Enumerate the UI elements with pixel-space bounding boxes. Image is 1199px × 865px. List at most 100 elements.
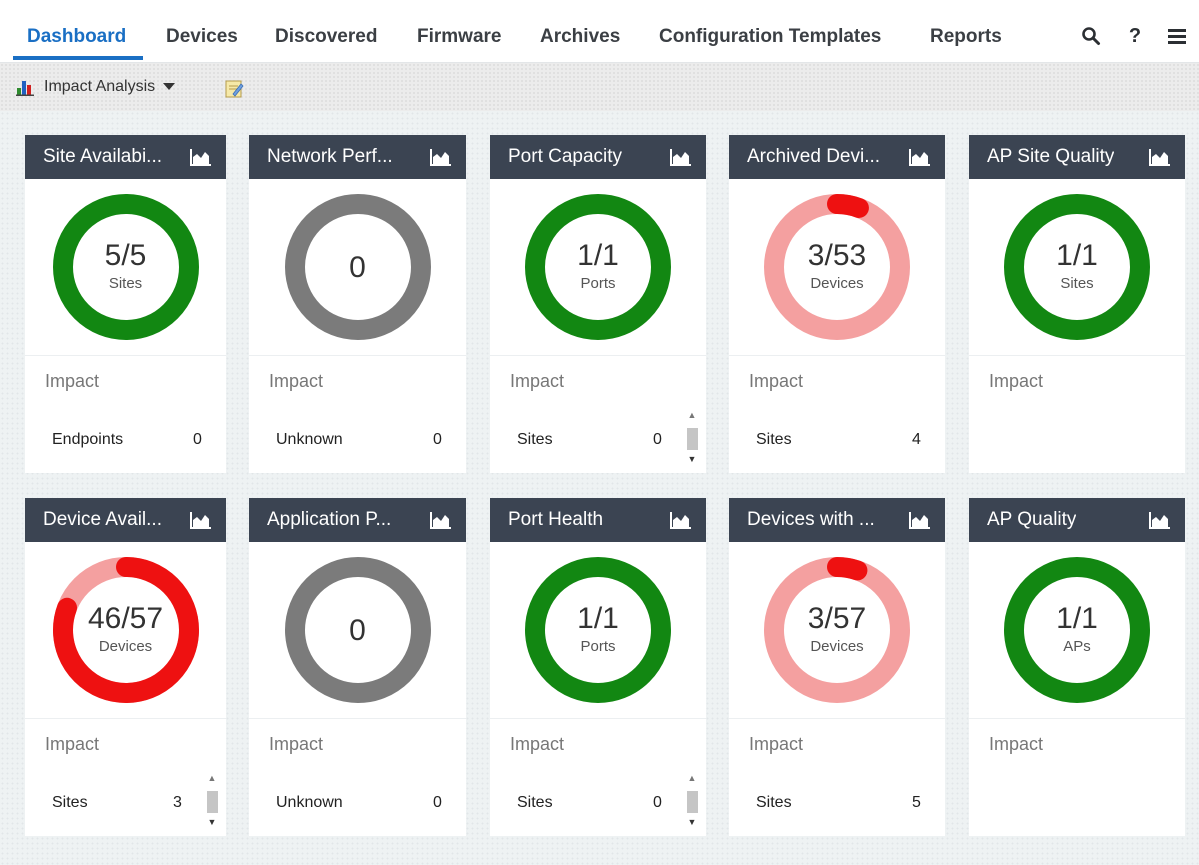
card-title: AP Site Quality — [987, 146, 1115, 167]
area-chart-icon[interactable] — [1149, 148, 1171, 166]
impact-row-name: Sites — [517, 794, 553, 811]
impact-label: Impact — [45, 734, 100, 754]
impact-label: Impact — [510, 371, 565, 391]
donut-chart[interactable]: 0 — [249, 179, 466, 355]
active-tab-indicator — [13, 56, 143, 60]
scroll-up-arrow-icon[interactable]: ▲ — [204, 771, 220, 785]
impact-label: Impact — [269, 734, 324, 754]
card-header: AP Quality — [969, 498, 1185, 542]
help-icon[interactable]: ? — [1122, 22, 1148, 50]
dashboard-card: Application P... 0 Impact Unknown 0 — [249, 498, 466, 836]
dashboard-card: Network Perf... 0 Impact Unknown 0 — [249, 135, 466, 473]
area-chart-icon[interactable] — [670, 148, 692, 166]
donut-value: 3/53 — [807, 239, 867, 272]
dashboard-card: Port Capacity 1/1 Ports Impact Sites 0 ▲ ▼ — [490, 135, 706, 473]
card-title: Port Capacity — [508, 146, 623, 167]
tab-reports[interactable]: Reports — [930, 26, 1002, 48]
top-navigation: Dashboard Devices Discovered Firmware Ar… — [0, 0, 1199, 63]
card-title: Port Health — [508, 509, 604, 530]
donut-chart[interactable]: 1/1 Ports — [490, 179, 706, 355]
scroll-thumb[interactable] — [207, 791, 218, 813]
search-icon[interactable] — [1078, 22, 1104, 50]
impact-row-value: 0 — [653, 431, 662, 448]
donut-unit: Devices — [810, 638, 864, 655]
toolbar: Impact Analysis — [0, 63, 1199, 111]
donut-unit: Ports — [580, 275, 616, 292]
area-chart-icon[interactable] — [670, 511, 692, 529]
donut-chart[interactable]: 1/1 Sites — [969, 179, 1185, 355]
bar-chart-icon — [16, 81, 34, 96]
card-title: Network Perf... — [267, 146, 393, 167]
scroll-down-arrow-icon[interactable]: ▼ — [204, 815, 220, 829]
card-header: Device Avail... — [25, 498, 226, 542]
tab-dashboard[interactable]: Dashboard — [27, 26, 126, 48]
scroll-thumb[interactable] — [687, 791, 698, 813]
impact-row-value: 4 — [912, 431, 921, 448]
impact-panel: Impact — [969, 355, 1185, 473]
impact-row-name: Unknown — [276, 431, 343, 448]
dashboard-grid: Site Availabi... 5/5 Sites Impact Endpoints 0… — [0, 111, 1199, 865]
donut-chart[interactable]: 1/1 Ports — [490, 542, 706, 718]
area-chart-icon[interactable] — [430, 511, 452, 529]
area-chart-icon[interactable] — [430, 148, 452, 166]
donut-value: 0 — [349, 614, 366, 647]
scroll-down-arrow-icon[interactable]: ▼ — [684, 452, 700, 466]
tab-discovered[interactable]: Discovered — [275, 26, 377, 48]
card-title: Application P... — [267, 509, 392, 530]
impact-row-value: 5 — [912, 794, 921, 811]
area-chart-icon[interactable] — [1149, 511, 1171, 529]
impact-analysis-dropdown[interactable]: Impact Analysis — [16, 76, 176, 98]
impact-row-name: Sites — [756, 431, 792, 448]
card-header: Application P... — [249, 498, 466, 542]
menu-icon[interactable] — [1164, 22, 1190, 50]
impact-row-value: 3 — [173, 794, 182, 811]
impact-scrollbar[interactable]: ▲ ▼ — [684, 408, 700, 466]
impact-panel: Impact Endpoints 0 — [25, 355, 226, 473]
card-header: Site Availabi... — [25, 135, 226, 179]
donut-value: 3/57 — [807, 602, 867, 635]
card-title: Site Availabi... — [43, 146, 163, 167]
impact-row-name: Sites — [517, 431, 553, 448]
donut-chart[interactable]: 5/5 Sites — [25, 179, 226, 355]
donut-value: 1/1 — [577, 239, 619, 272]
donut-unit: Sites — [108, 275, 143, 292]
donut-chart[interactable]: 0 — [249, 542, 466, 718]
area-chart-icon[interactable] — [190, 148, 212, 166]
impact-panel: Impact Unknown 0 — [249, 355, 466, 473]
dashboard-card: Archived Devi... 3/53 Devices Impact Sites 4 — [729, 135, 945, 473]
scroll-up-arrow-icon[interactable]: ▲ — [684, 771, 700, 785]
impact-row-name: Endpoints — [52, 431, 124, 448]
tab-configuration-templates[interactable]: Configuration Templates — [659, 26, 881, 48]
scroll-up-arrow-icon[interactable]: ▲ — [684, 408, 700, 422]
dashboard-card: Device Avail... 46/57 Devices Impact Sites 3 ▲… — [25, 498, 226, 836]
dashboard-card: AP Site Quality 1/1 Sites Impact — [969, 135, 1185, 473]
dashboard-card: AP Quality 1/1 APs Impact — [969, 498, 1185, 836]
card-title: AP Quality — [987, 509, 1077, 530]
scroll-thumb[interactable] — [687, 428, 698, 450]
scroll-down-arrow-icon[interactable]: ▼ — [684, 815, 700, 829]
impact-scrollbar[interactable]: ▲ ▼ — [684, 771, 700, 829]
area-chart-icon[interactable] — [909, 511, 931, 529]
tab-firmware[interactable]: Firmware — [417, 26, 501, 48]
donut-unit: APs — [1063, 638, 1091, 655]
impact-panel: Impact — [969, 718, 1185, 836]
area-chart-icon[interactable] — [909, 148, 931, 166]
donut-chart[interactable]: 46/57 Devices — [25, 542, 226, 718]
donut-chart[interactable]: 1/1 APs — [969, 542, 1185, 718]
impact-row-name: Sites — [756, 794, 792, 811]
impact-scrollbar[interactable]: ▲ ▼ — [204, 771, 220, 829]
impact-panel: Impact Sites 0 ▲ ▼ — [490, 355, 706, 473]
impact-panel: Impact Unknown 0 — [249, 718, 466, 836]
donut-chart[interactable]: 3/57 Devices — [729, 542, 945, 718]
dashboard-card: Site Availabi... 5/5 Sites Impact Endpoints 0 — [25, 135, 226, 473]
notes-icon[interactable] — [224, 79, 244, 99]
impact-label: Impact — [989, 734, 1044, 754]
donut-chart[interactable]: 3/53 Devices — [729, 179, 945, 355]
area-chart-icon[interactable] — [190, 511, 212, 529]
card-header: Port Capacity — [490, 135, 706, 179]
tab-archives[interactable]: Archives — [540, 26, 620, 48]
impact-row-value: 0 — [433, 794, 442, 811]
impact-panel: Impact Sites 4 — [729, 355, 945, 473]
donut-value: 1/1 — [1056, 602, 1098, 635]
tab-devices[interactable]: Devices — [166, 26, 238, 48]
